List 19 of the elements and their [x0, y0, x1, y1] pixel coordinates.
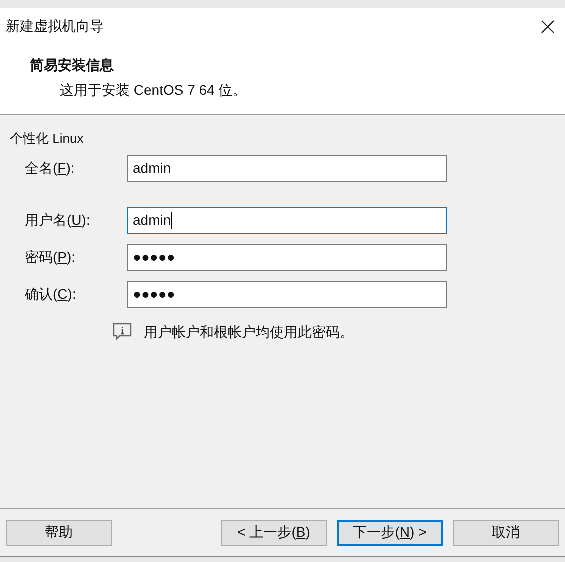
group-title: 个性化 Linux — [10, 130, 84, 148]
dialog-button[interactable]: 帮助 — [6, 520, 112, 546]
field-label: 确认(C): — [25, 284, 78, 304]
dialog-button[interactable]: 取消 — [453, 520, 559, 546]
default-button[interactable]: 下一步(N) > — [337, 520, 443, 546]
input-field[interactable]: admin — [127, 206, 447, 234]
field-label: 用户名(U): — [25, 210, 92, 230]
header-title: 简易安装信息 — [30, 56, 114, 75]
header-subtitle: 这用于安装 CentOS 7 64 位。 — [59, 81, 247, 100]
dialog-button[interactable]: < 上一步(B) — [221, 520, 327, 546]
info-icon — [113, 323, 132, 341]
input-field[interactable]: ●●●●● — [127, 280, 447, 308]
input-field[interactable]: admin — [127, 154, 447, 182]
password-note: 用户帐户和根帐户均使用此密码。 — [144, 322, 354, 342]
input-field[interactable]: ●●●●● — [127, 244, 447, 270]
field-label: 全名(F): — [25, 158, 76, 178]
window-title: 新建虚拟机向导 — [6, 17, 104, 36]
field-label: 密码(P): — [25, 248, 77, 267]
close-icon[interactable] — [541, 20, 555, 34]
